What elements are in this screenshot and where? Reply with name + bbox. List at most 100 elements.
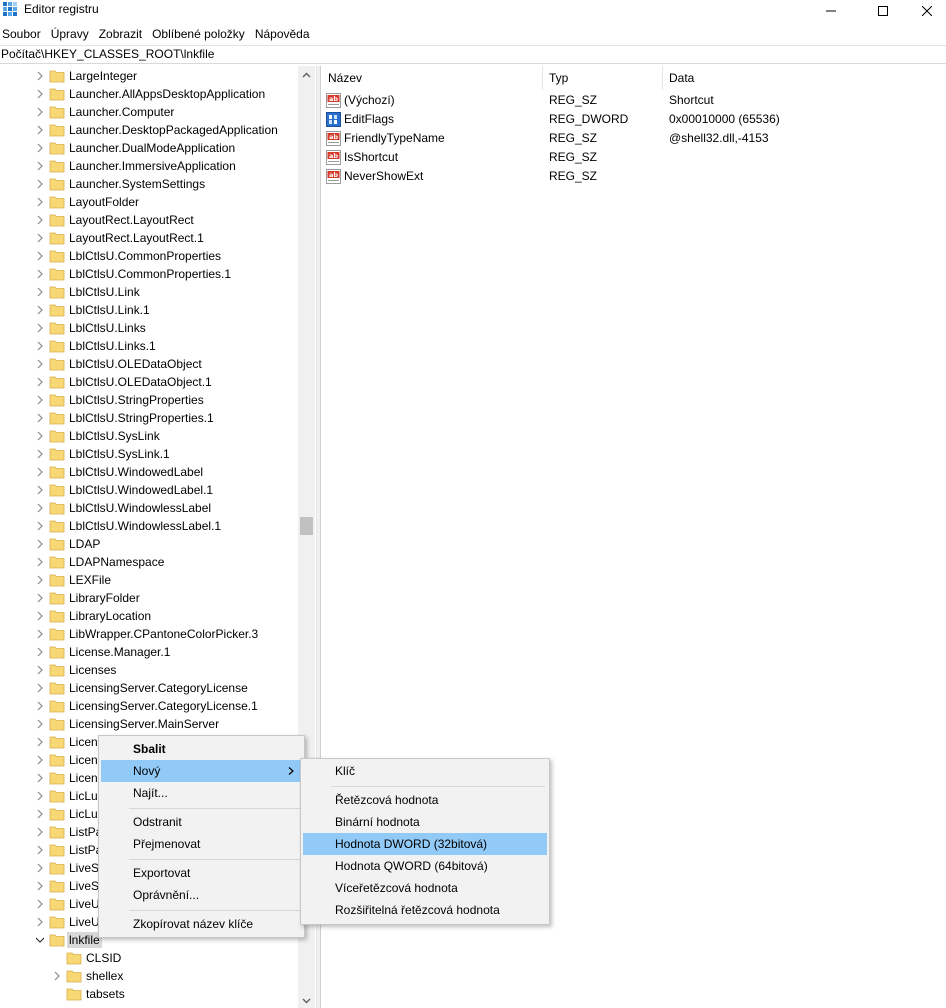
chevron-right-icon[interactable] [36, 323, 44, 333]
tree-node[interactable]: Launcher.Computer [0, 103, 300, 121]
chevron-right-icon[interactable] [36, 341, 44, 351]
column-data-header[interactable]: Data [663, 66, 946, 90]
tree-node[interactable]: LblCtlsU.Link [0, 283, 300, 301]
menu-help[interactable]: Nápověda [252, 24, 317, 44]
chevron-right-icon[interactable] [36, 395, 44, 405]
submenu-item-multi-string-value[interactable]: Víceřetězcová hodnota [303, 877, 547, 899]
tree-node[interactable]: LblCtlsU.OLEDataObject.1 [0, 373, 300, 391]
chevron-right-icon[interactable] [36, 467, 44, 477]
tree-node[interactable]: LblCtlsU.WindowedLabel.1 [0, 481, 300, 499]
column-type-header[interactable]: Typ [543, 66, 663, 90]
tree-node[interactable]: License.Manager.1 [0, 643, 300, 661]
tree-node[interactable]: Launcher.DualModeApplication [0, 139, 300, 157]
tree-node[interactable]: Launcher.SystemSettings [0, 175, 300, 193]
submenu-item-key[interactable]: Klíč [303, 760, 547, 782]
chevron-right-icon[interactable] [36, 107, 44, 117]
chevron-right-icon[interactable] [36, 143, 44, 153]
tree-node[interactable]: Licenses [0, 661, 300, 679]
chevron-right-icon[interactable] [36, 557, 44, 567]
chevron-right-icon[interactable] [36, 431, 44, 441]
chevron-right-icon[interactable] [36, 827, 44, 837]
tree-node[interactable]: LblCtlsU.Links [0, 319, 300, 337]
chevron-right-icon[interactable] [36, 683, 44, 693]
scroll-up-icon[interactable] [302, 71, 311, 80]
chevron-right-icon[interactable] [36, 719, 44, 729]
tree-node[interactable]: LblCtlsU.CommonProperties.1 [0, 265, 300, 283]
tree-node[interactable]: LicensingServer.CategoryLicense.1 [0, 697, 300, 715]
menu-view[interactable]: Zobrazit [96, 24, 149, 44]
value-row[interactable]: ab FriendlyTypeName REG_SZ @shell32.dll,-41… [322, 129, 946, 148]
menu-item-new[interactable]: Nový [101, 760, 302, 782]
address-bar[interactable]: Počítač\HKEY_CLASSES_ROOT\lnkfile [0, 45, 946, 64]
chevron-right-icon[interactable] [36, 647, 44, 657]
menu-item-copy-key-name[interactable]: Zkopírovat název klíče [101, 913, 302, 935]
chevron-right-icon[interactable] [36, 863, 44, 873]
chevron-right-icon[interactable] [36, 881, 44, 891]
chevron-right-icon[interactable] [36, 737, 44, 747]
column-name-header[interactable]: Název [322, 66, 543, 90]
chevron-right-icon[interactable] [36, 125, 44, 135]
chevron-right-icon[interactable] [36, 161, 44, 171]
chevron-right-icon[interactable] [36, 233, 44, 243]
submenu-item-expandable-string-value[interactable]: Rozšiřitelná řetězcová hodnota [303, 899, 547, 921]
minimize-button[interactable] [808, 0, 854, 22]
menu-edit[interactable]: Úpravy [48, 24, 96, 44]
chevron-right-icon[interactable] [36, 377, 44, 387]
chevron-right-icon[interactable] [36, 899, 44, 909]
chevron-right-icon[interactable] [36, 521, 44, 531]
chevron-right-icon[interactable] [36, 701, 44, 711]
chevron-right-icon[interactable] [36, 917, 44, 927]
value-row[interactable]: EditFlags REG_DWORD 0x00010000 (65536) [322, 110, 946, 129]
chevron-right-icon[interactable] [36, 287, 44, 297]
scrollbar-thumb[interactable] [300, 517, 313, 535]
tree-node[interactable]: LblCtlsU.SysLink [0, 427, 300, 445]
close-button[interactable] [904, 0, 946, 22]
chevron-right-icon[interactable] [36, 89, 44, 99]
tree-node[interactable]: LDAP [0, 535, 300, 553]
tree-node[interactable]: LicensingServer.CategoryLicense [0, 679, 300, 697]
tree-node[interactable]: LibraryLocation [0, 607, 300, 625]
menu-item-delete[interactable]: Odstranit [101, 811, 302, 833]
chevron-right-icon[interactable] [36, 269, 44, 279]
chevron-right-icon[interactable] [36, 485, 44, 495]
chevron-right-icon[interactable] [36, 611, 44, 621]
menu-item-rename[interactable]: Přejmenovat [101, 833, 302, 855]
submenu-item-qword-value[interactable]: Hodnota QWORD (64bitová) [303, 855, 547, 877]
chevron-right-icon[interactable] [36, 413, 44, 423]
chevron-right-icon[interactable] [53, 971, 61, 981]
menu-item-permissions[interactable]: Oprávnění... [101, 884, 302, 906]
chevron-right-icon[interactable] [36, 755, 44, 765]
tree-node[interactable]: LblCtlsU.CommonProperties [0, 247, 300, 265]
tree-node[interactable]: LblCtlsU.SysLink.1 [0, 445, 300, 463]
chevron-right-icon[interactable] [36, 197, 44, 207]
chevron-right-icon[interactable] [36, 665, 44, 675]
tree-node[interactable]: tabsets [0, 985, 300, 1003]
tree-node[interactable]: LblCtlsU.OLEDataObject [0, 355, 300, 373]
chevron-right-icon[interactable] [36, 251, 44, 261]
tree-node[interactable]: LayoutRect.LayoutRect.1 [0, 229, 300, 247]
tree-node[interactable]: LayoutFolder [0, 193, 300, 211]
tree-node[interactable]: LblCtlsU.StringProperties.1 [0, 409, 300, 427]
chevron-right-icon[interactable] [36, 593, 44, 603]
tree-node[interactable]: Launcher.ImmersiveApplication [0, 157, 300, 175]
tree-node[interactable]: LblCtlsU.Links.1 [0, 337, 300, 355]
tree-node[interactable]: Launcher.DesktopPackagedApplication [0, 121, 300, 139]
value-row[interactable]: ab IsShortcut REG_SZ [322, 148, 946, 167]
chevron-right-icon[interactable] [36, 809, 44, 819]
tree-node[interactable]: LblCtlsU.WindowlessLabel.1 [0, 517, 300, 535]
chevron-right-icon[interactable] [36, 359, 44, 369]
tree-node[interactable]: LEXFile [0, 571, 300, 589]
menu-file[interactable]: Soubor [0, 24, 48, 44]
tree-node[interactable]: Launcher.AllAppsDesktopApplication [0, 85, 300, 103]
chevron-right-icon[interactable] [36, 773, 44, 783]
tree-node[interactable]: shellex [0, 967, 300, 985]
tree-node[interactable]: LibWrapper.CPantoneColorPicker.3 [0, 625, 300, 643]
chevron-right-icon[interactable] [36, 629, 44, 639]
chevron-right-icon[interactable] [36, 575, 44, 585]
menu-favorites[interactable]: Oblíbené položky [149, 24, 252, 44]
tree-node[interactable]: LicensingServer.MainServer [0, 715, 300, 733]
tree-node[interactable]: LblCtlsU.Link.1 [0, 301, 300, 319]
submenu-item-dword-value[interactable]: Hodnota DWORD (32bitová) [303, 833, 547, 855]
chevron-right-icon[interactable] [36, 179, 44, 189]
tree-node[interactable]: LblCtlsU.WindowedLabel [0, 463, 300, 481]
